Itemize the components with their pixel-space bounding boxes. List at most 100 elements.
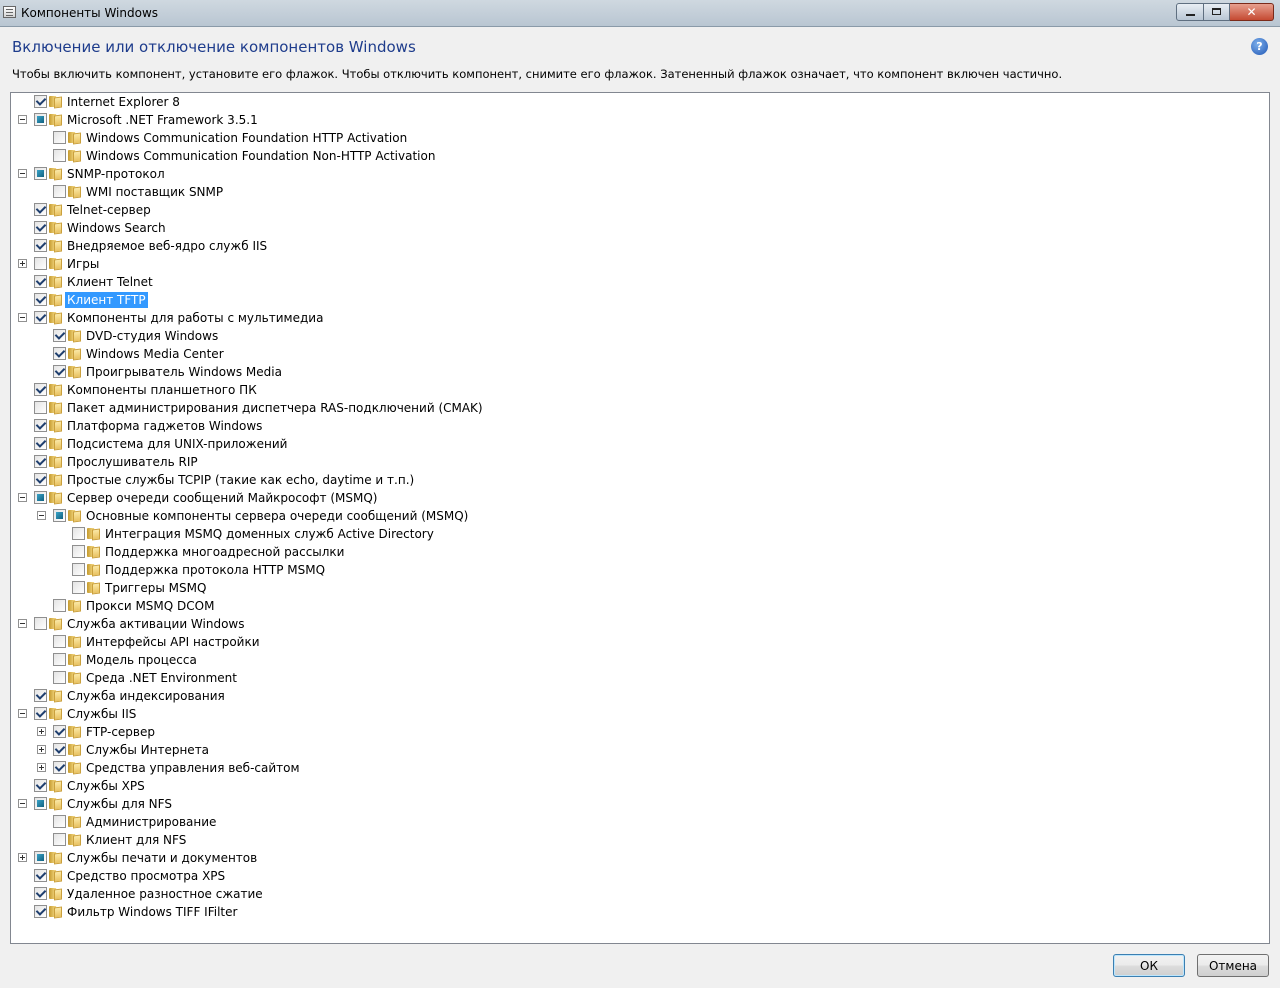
feature-checkbox[interactable] <box>53 635 66 648</box>
feature-checkbox[interactable] <box>34 203 47 216</box>
collapse-icon[interactable] <box>18 169 27 178</box>
feature-checkbox[interactable] <box>34 257 47 270</box>
expand-icon[interactable] <box>37 727 46 736</box>
feature-checkbox[interactable] <box>34 869 47 882</box>
tree-item[interactable]: Клиент Telnet <box>11 273 1269 291</box>
feature-checkbox[interactable] <box>53 149 66 162</box>
tree-item[interactable]: Прокси MSMQ DCOM <box>11 597 1269 615</box>
feature-checkbox[interactable] <box>34 797 47 810</box>
feature-checkbox[interactable] <box>34 887 47 900</box>
feature-checkbox[interactable] <box>34 113 47 126</box>
feature-checkbox[interactable] <box>72 545 85 558</box>
expand-icon[interactable] <box>18 853 27 862</box>
feature-checkbox[interactable] <box>53 671 66 684</box>
feature-checkbox[interactable] <box>34 239 47 252</box>
tree-item[interactable]: Windows Media Center <box>11 345 1269 363</box>
tree-item[interactable]: Windows Search <box>11 219 1269 237</box>
feature-checkbox[interactable] <box>53 833 66 846</box>
collapse-icon[interactable] <box>18 313 27 322</box>
tree-item[interactable]: Проигрыватель Windows Media <box>11 363 1269 381</box>
feature-checkbox[interactable] <box>34 455 47 468</box>
tree-item[interactable]: Поддержка протокола HTTP MSMQ <box>11 561 1269 579</box>
tree-item[interactable]: FTP-сервер <box>11 723 1269 741</box>
collapse-icon[interactable] <box>18 493 27 502</box>
expand-icon[interactable] <box>18 259 27 268</box>
feature-checkbox[interactable] <box>53 599 66 612</box>
feature-checkbox[interactable] <box>34 293 47 306</box>
feature-checkbox[interactable] <box>53 761 66 774</box>
feature-checkbox[interactable] <box>53 329 66 342</box>
tree-item[interactable]: Триггеры MSMQ <box>11 579 1269 597</box>
feature-checkbox[interactable] <box>34 419 47 432</box>
feature-checkbox[interactable] <box>34 95 47 108</box>
tree-item[interactable]: SNMP-протокол <box>11 165 1269 183</box>
collapse-icon[interactable] <box>18 619 27 628</box>
tree-item[interactable]: Служба индексирования <box>11 687 1269 705</box>
tree-item[interactable]: Клиент TFTP <box>11 291 1269 309</box>
collapse-icon[interactable] <box>37 511 46 520</box>
tree-item[interactable]: Внедряемое веб-ядро служб IIS <box>11 237 1269 255</box>
tree-item[interactable]: Модель процесса <box>11 651 1269 669</box>
tree-item[interactable]: Платформа гаджетов Windows <box>11 417 1269 435</box>
tree-item[interactable]: Простые службы TCPIP (такие как echo, da… <box>11 471 1269 489</box>
tree-item[interactable]: Подсистема для UNIX-приложений <box>11 435 1269 453</box>
tree-item[interactable]: Служба активации Windows <box>11 615 1269 633</box>
feature-checkbox[interactable] <box>34 383 47 396</box>
help-icon[interactable]: ? <box>1251 38 1268 55</box>
tree-item[interactable]: Средство просмотра XPS <box>11 867 1269 885</box>
maximize-button[interactable] <box>1204 3 1230 21</box>
feature-checkbox[interactable] <box>72 563 85 576</box>
feature-checkbox[interactable] <box>34 491 47 504</box>
cancel-button[interactable]: Отмена <box>1197 954 1269 977</box>
tree-item[interactable]: Компоненты для работы с мультимедиа <box>11 309 1269 327</box>
tree-item[interactable]: Клиент для NFS <box>11 831 1269 849</box>
feature-checkbox[interactable] <box>34 311 47 324</box>
tree-item[interactable]: Удаленное разностное сжатие <box>11 885 1269 903</box>
close-button[interactable] <box>1230 3 1274 21</box>
feature-checkbox[interactable] <box>53 185 66 198</box>
tree-item[interactable]: Основные компоненты сервера очереди сооб… <box>11 507 1269 525</box>
feature-checkbox[interactable] <box>34 779 47 792</box>
feature-checkbox[interactable] <box>34 275 47 288</box>
feature-checkbox[interactable] <box>34 473 47 486</box>
tree-item[interactable]: Сервер очереди сообщений Майкрософт (MSM… <box>11 489 1269 507</box>
feature-checkbox[interactable] <box>53 131 66 144</box>
tree-item[interactable]: Администрирование <box>11 813 1269 831</box>
feature-checkbox[interactable] <box>34 707 47 720</box>
feature-checkbox[interactable] <box>34 167 47 180</box>
feature-checkbox[interactable] <box>34 401 47 414</box>
feature-checkbox[interactable] <box>53 365 66 378</box>
tree-item[interactable]: Прослушиватель RIP <box>11 453 1269 471</box>
feature-checkbox[interactable] <box>72 527 85 540</box>
tree-item[interactable]: Пакет администрирования диспетчера RAS-п… <box>11 399 1269 417</box>
tree-item[interactable]: Игры <box>11 255 1269 273</box>
title-bar[interactable]: Компоненты Windows <box>0 0 1280 27</box>
tree-item[interactable]: Службы XPS <box>11 777 1269 795</box>
feature-checkbox[interactable] <box>53 509 66 522</box>
feature-checkbox[interactable] <box>34 617 47 630</box>
tree-item[interactable]: Компоненты планшетного ПК <box>11 381 1269 399</box>
collapse-icon[interactable] <box>18 115 27 124</box>
feature-checkbox[interactable] <box>72 581 85 594</box>
feature-checkbox[interactable] <box>53 725 66 738</box>
tree-item[interactable]: Telnet-сервер <box>11 201 1269 219</box>
feature-checkbox[interactable] <box>34 437 47 450</box>
feature-checkbox[interactable] <box>34 905 47 918</box>
collapse-icon[interactable] <box>18 799 27 808</box>
features-tree[interactable]: Internet Explorer 8 Microsoft .NET Framew… <box>10 92 1270 944</box>
tree-item[interactable]: Интерфейсы API настройки <box>11 633 1269 651</box>
tree-item[interactable]: Интеграция MSMQ доменных служб Active Di… <box>11 525 1269 543</box>
feature-checkbox[interactable] <box>34 689 47 702</box>
tree-item[interactable]: Службы IIS <box>11 705 1269 723</box>
expand-icon[interactable] <box>37 763 46 772</box>
feature-checkbox[interactable] <box>53 347 66 360</box>
tree-item[interactable]: WMI поставщик SNMP <box>11 183 1269 201</box>
tree-item[interactable]: Microsoft .NET Framework 3.5.1 <box>11 111 1269 129</box>
feature-checkbox[interactable] <box>53 815 66 828</box>
tree-item[interactable]: Службы Интернета <box>11 741 1269 759</box>
expand-icon[interactable] <box>37 745 46 754</box>
tree-item[interactable]: Internet Explorer 8 <box>11 93 1269 111</box>
feature-checkbox[interactable] <box>53 653 66 666</box>
tree-item[interactable]: Фильтр Windows TIFF IFilter <box>11 903 1269 921</box>
collapse-icon[interactable] <box>18 709 27 718</box>
